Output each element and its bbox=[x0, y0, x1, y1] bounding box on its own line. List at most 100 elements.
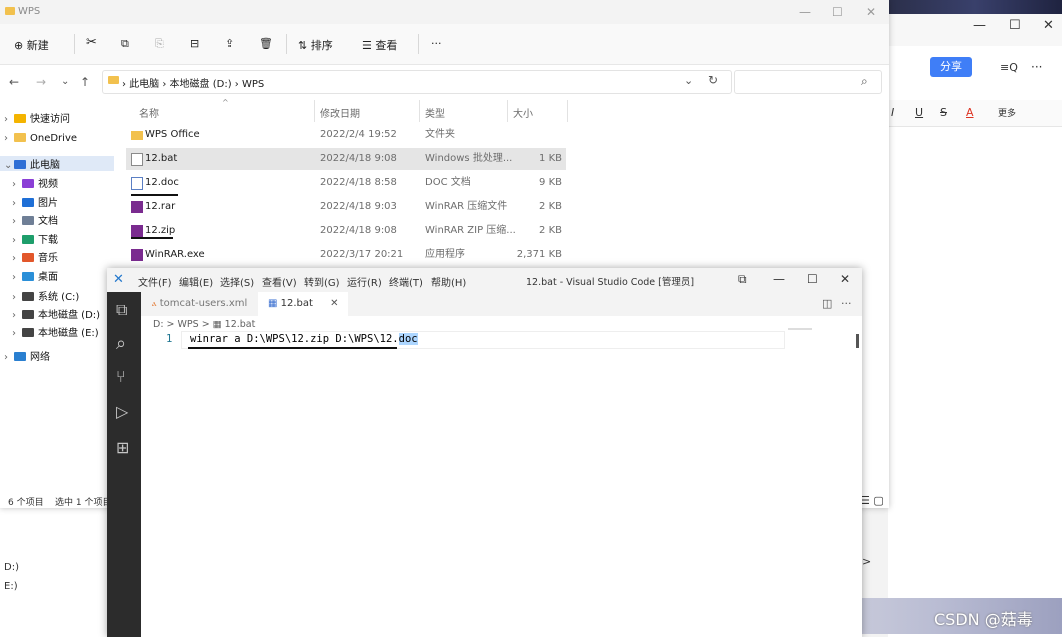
chevron-right-icon[interactable]: › bbox=[12, 272, 22, 283]
menu-item[interactable]: 终端(T) bbox=[389, 274, 423, 289]
chevron-right-icon[interactable]: › bbox=[12, 253, 22, 264]
sidebar-item[interactable]: › 图片 bbox=[12, 194, 58, 209]
file-row[interactable]: 12.doc 2022/4/18 8:58 DOC 文档 9 KB bbox=[126, 172, 566, 194]
scrollbar-marker[interactable] bbox=[856, 334, 859, 348]
chevron-right-icon[interactable]: › bbox=[4, 114, 14, 125]
forward-arrow-icon[interactable]: → bbox=[36, 75, 46, 89]
sidebar-item[interactable]: › 快速访问 bbox=[4, 110, 70, 125]
search-icon[interactable]: ⌕ bbox=[861, 74, 868, 89]
cut-icon[interactable]: ✂ bbox=[86, 35, 97, 50]
source-control-icon[interactable]: ⑂ bbox=[116, 367, 126, 386]
chevron-right-icon[interactable]: › bbox=[12, 179, 22, 190]
chevron-right-icon[interactable]: › bbox=[12, 235, 22, 246]
crumb-drive-d[interactable]: 本地磁盘 (D:) bbox=[170, 79, 232, 90]
menu-item[interactable]: 编辑(E) bbox=[179, 274, 213, 289]
share-button[interactable]: 分享 bbox=[930, 57, 972, 77]
strikethrough-button[interactable]: S bbox=[940, 106, 947, 119]
explorer-icon[interactable]: ⧉ bbox=[116, 300, 127, 320]
maximize-button[interactable]: ☐ bbox=[832, 5, 843, 19]
chevron-right-icon[interactable]: › bbox=[12, 198, 22, 209]
search-icon[interactable]: ⌕ bbox=[116, 333, 126, 354]
close-button[interactable]: ✕ bbox=[866, 5, 876, 19]
tab-tomcat-users[interactable]: ⲁ tomcat-users.xml bbox=[152, 292, 247, 316]
column-name[interactable]: 名称 bbox=[139, 105, 159, 120]
column-size[interactable]: 大小 bbox=[513, 105, 533, 120]
refresh-icon[interactable]: ↻ bbox=[708, 73, 718, 87]
sidebar-item[interactable]: › 系统 (C:) bbox=[12, 288, 79, 303]
chevron-down-icon[interactable]: ⌄ bbox=[4, 160, 14, 171]
file-row[interactable]: WPS Office 2022/2/4 19:52 文件夹 bbox=[126, 124, 566, 146]
minimize-button[interactable]: — bbox=[773, 272, 785, 286]
more-button[interactable]: ··· bbox=[431, 37, 442, 50]
menu-item[interactable]: 运行(R) bbox=[347, 274, 382, 289]
chevron-down-icon[interactable]: ⌄ bbox=[684, 74, 693, 87]
maximize-button[interactable]: ☐ bbox=[807, 272, 818, 286]
view-button[interactable]: ☰ 查看 bbox=[362, 37, 397, 53]
layout-icon[interactable]: ⧉ bbox=[738, 272, 747, 287]
more-format-button[interactable]: 更多 bbox=[998, 106, 1016, 119]
italic-button[interactable]: I bbox=[891, 106, 894, 119]
menu-item[interactable]: 帮助(H) bbox=[431, 274, 466, 289]
more-actions-icon[interactable]: ··· bbox=[841, 297, 852, 310]
file-row[interactable]: 12.zip 2022/4/18 9:08 WinRAR ZIP 压缩... 2 KB bbox=[126, 220, 566, 242]
sidebar-item[interactable]: › OneDrive bbox=[4, 133, 77, 144]
file-row[interactable]: 12.bat 2022/4/18 9:08 Windows 批处理... 1 KB bbox=[126, 148, 566, 170]
sidebar-item[interactable]: › 本地磁盘 (E:) bbox=[12, 324, 99, 339]
menu-item[interactable]: 转到(G) bbox=[304, 274, 340, 289]
file-row[interactable]: WinRAR.exe 2022/3/17 20:21 应用程序 2,371 KB bbox=[126, 244, 566, 266]
recent-dropdown-icon[interactable]: ⌄ bbox=[61, 76, 69, 87]
font-color-button[interactable]: A bbox=[966, 106, 974, 119]
minimize-button[interactable]: — bbox=[973, 18, 986, 33]
delete-icon[interactable]: 🗑 bbox=[259, 37, 273, 50]
chevron-right-icon[interactable]: › bbox=[12, 328, 22, 339]
file-icon bbox=[131, 131, 143, 140]
sidebar-item[interactable]: › 文档 bbox=[12, 212, 58, 227]
sidebar-item[interactable]: › 下载 bbox=[12, 231, 58, 246]
rename-icon[interactable]: ⊟ bbox=[190, 37, 199, 50]
sidebar-item[interactable]: › 音乐 bbox=[12, 249, 58, 264]
up-arrow-icon[interactable]: ↑ bbox=[80, 75, 90, 89]
chevron-right-icon[interactable]: › bbox=[12, 216, 22, 227]
search-text-icon[interactable]: ≡Q bbox=[1000, 61, 1018, 74]
chevron-right-icon[interactable]: › bbox=[12, 292, 22, 303]
menu-item[interactable]: 文件(F) bbox=[138, 274, 172, 289]
sidebar-item[interactable]: › 本地磁盘 (D:) bbox=[12, 306, 100, 321]
tab-12-bat-content[interactable]: ▦ 12.bat ✕ bbox=[268, 292, 339, 316]
split-editor-icon[interactable]: ◫ bbox=[822, 297, 832, 310]
chevron-right-icon[interactable]: › bbox=[4, 133, 14, 144]
sidebar-item[interactable]: › 视频 bbox=[12, 175, 58, 190]
copy-icon[interactable]: ⧉ bbox=[121, 37, 129, 51]
close-button[interactable]: ✕ bbox=[840, 272, 850, 286]
editor-breadcrumb[interactable]: D: > WPS > ▦ 12.bat bbox=[153, 319, 255, 330]
paste-icon[interactable]: ⎘ bbox=[155, 37, 164, 51]
sidebar-item[interactable]: › 网络 bbox=[4, 348, 50, 363]
file-type: WinRAR ZIP 压缩... bbox=[425, 225, 516, 236]
new-button[interactable]: ⊕ 新建 bbox=[14, 37, 49, 53]
sidebar-item[interactable]: › 桌面 bbox=[12, 268, 58, 283]
column-date[interactable]: 修改日期 bbox=[320, 105, 360, 120]
minimize-button[interactable]: — bbox=[799, 5, 811, 19]
more-icon[interactable]: ··· bbox=[1031, 60, 1042, 74]
sidebar-item[interactable]: ⌄ 此电脑 bbox=[0, 156, 114, 171]
share-icon[interactable]: ⇪ bbox=[225, 37, 234, 50]
run-debug-icon[interactable]: ▷ bbox=[116, 402, 128, 421]
chevron-right-icon[interactable]: › bbox=[4, 352, 14, 363]
crumb-this-pc[interactable]: 此电脑 bbox=[129, 79, 159, 90]
underline-button[interactable]: U bbox=[915, 106, 923, 119]
toolbar-divider bbox=[418, 34, 419, 54]
view-toggle-icons[interactable]: ☰ ▢ bbox=[860, 494, 884, 507]
menu-item[interactable]: 查看(V) bbox=[262, 274, 297, 289]
file-row[interactable]: 12.rar 2022/4/18 9:03 WinRAR 压缩文件 2 KB bbox=[126, 196, 566, 218]
maximize-button[interactable]: ☐ bbox=[1009, 18, 1021, 33]
crumb-wps[interactable]: WPS bbox=[242, 79, 264, 90]
menu-item[interactable]: 选择(S) bbox=[220, 274, 254, 289]
search-input[interactable] bbox=[734, 70, 882, 94]
close-button[interactable]: ✕ bbox=[1043, 18, 1054, 33]
extensions-icon[interactable]: ⊞ bbox=[116, 438, 129, 457]
back-arrow-icon[interactable]: ← bbox=[9, 75, 19, 89]
column-type[interactable]: 类型 bbox=[425, 105, 445, 120]
sort-button[interactable]: ⇅ 排序 bbox=[298, 37, 333, 53]
close-tab-icon[interactable]: ✕ bbox=[330, 298, 338, 309]
chevron-right-icon[interactable]: › bbox=[12, 310, 22, 321]
code-line[interactable]: winrar a D:\WPS\12.zip D:\WPS\12.doc bbox=[190, 333, 418, 345]
